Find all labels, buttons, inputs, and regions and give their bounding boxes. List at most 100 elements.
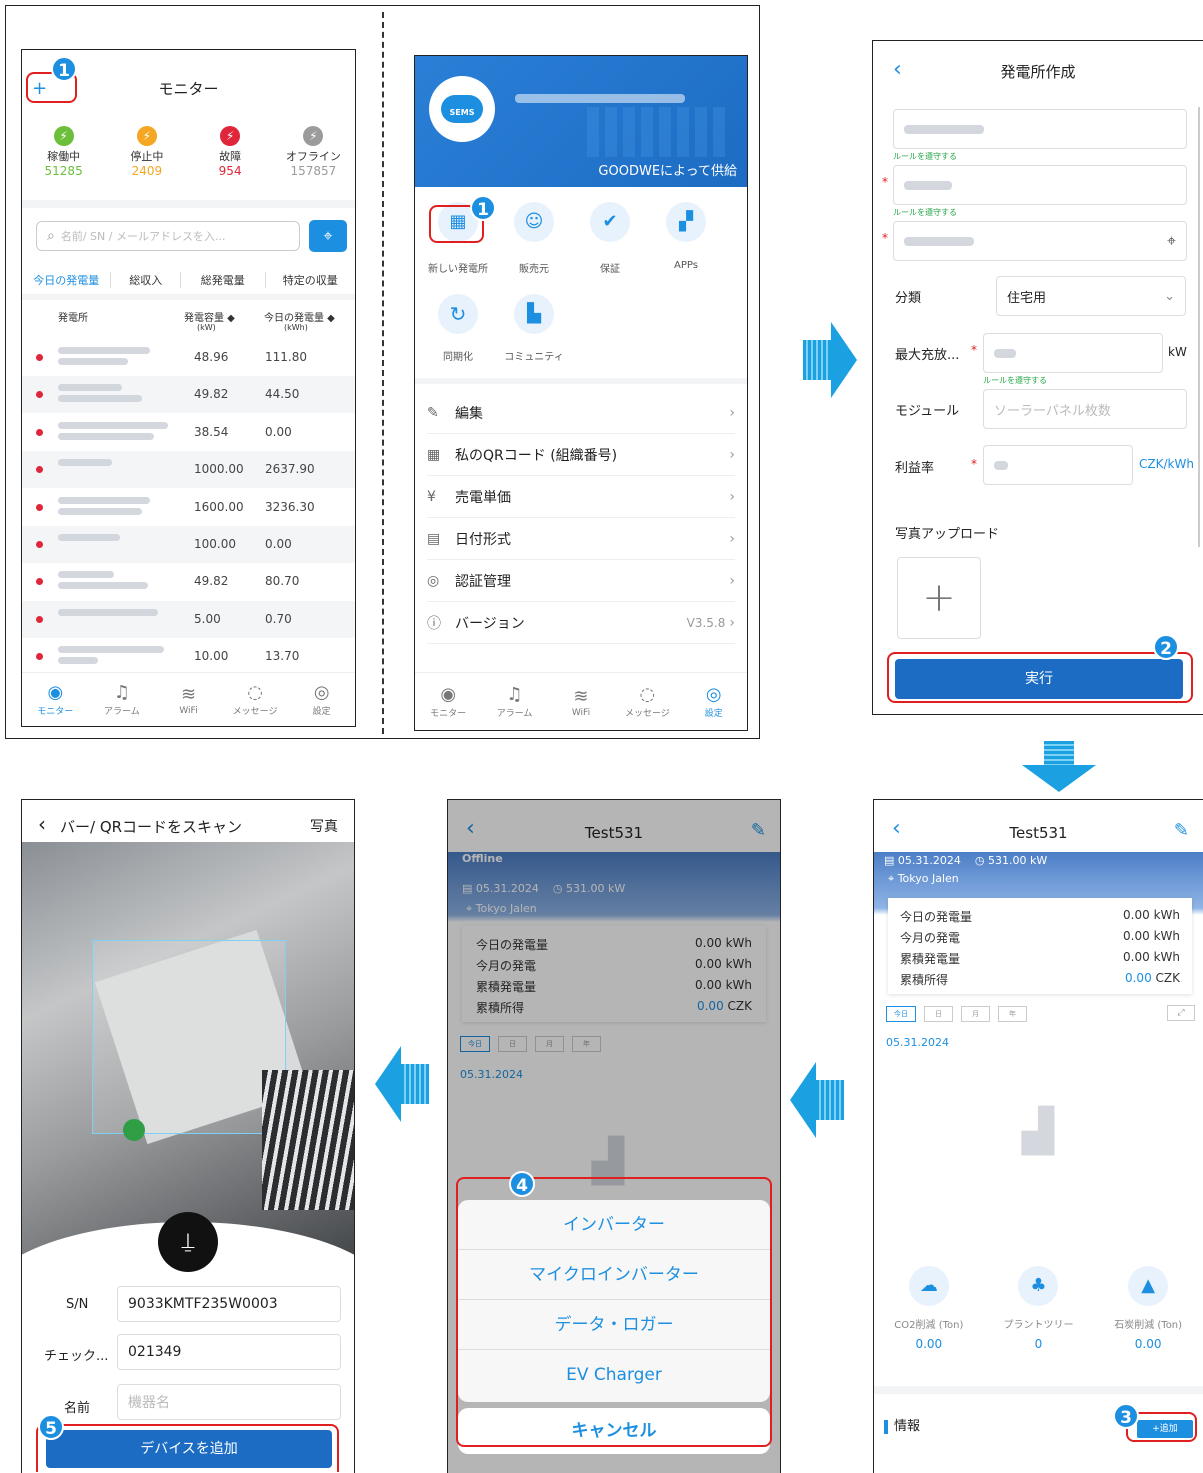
table-row[interactable]: 100.00 0.00 — [22, 526, 355, 563]
menu-auth[interactable]: ◎ 認証管理 › — [427, 560, 735, 602]
tab-message[interactable]: ◌ メッセージ — [617, 684, 677, 719]
dealer-button[interactable]: ☺ 販売元 — [501, 202, 567, 275]
module-count-field[interactable]: ソーラーパネル枚数 — [983, 389, 1187, 429]
tab-wifi[interactable]: ≋ WiFi — [158, 684, 218, 716]
device-name-field[interactable]: 機器名 — [117, 1384, 341, 1420]
menu-version[interactable]: ⓘ バージョン V3.5.8 › — [427, 602, 735, 644]
sort-tab-total[interactable]: 総発電量 — [181, 272, 266, 288]
tab-alarm[interactable]: ♫ アラーム — [485, 684, 545, 719]
location-pin-icon[interactable]: ⌖ — [1167, 231, 1176, 251]
tab-monitor[interactable]: ◉ モニター — [418, 684, 478, 719]
station-name — [58, 646, 183, 665]
tab-settings[interactable]: ◎ 設定 — [684, 684, 744, 719]
rule-hint: ルールを遵守する — [893, 152, 957, 161]
map-button[interactable]: ⌖ — [309, 220, 347, 252]
status-summary: ⚡ 稼働中 51285 ⚡ 停止中 2409 ⚡ 故障 954 ⚡ オフライン … — [22, 126, 355, 178]
table-row[interactable]: 49.82 44.50 — [22, 376, 355, 414]
tab-settings[interactable]: ◎ 設定 — [292, 682, 352, 717]
menu-qr-code[interactable]: ▦ 私のQRコード (組織番号) › — [427, 434, 735, 476]
station-name — [58, 534, 183, 545]
status-offline[interactable]: ⚡ オフライン 157857 — [278, 126, 348, 178]
status-fault[interactable]: ⚡ 故障 954 — [195, 126, 265, 178]
monitor-screen: + モニター ⚡ 稼働中 51285 ⚡ 停止中 2409 ⚡ 故障 954 ⚡… — [21, 49, 356, 727]
sort-tab-yield[interactable]: 特定の収量 — [266, 272, 355, 288]
tab-alarm[interactable]: ♫ アラーム — [92, 682, 152, 717]
settings-screen: SEMS GOODWEによって供給 ▦ 新しい発電所 ☺ 販売元 ✔ 保証 ▞ … — [414, 55, 748, 731]
bolt-icon: ⚡ — [136, 126, 157, 146]
station-detail-screen: ‹ Test531 ✎ ▤ 05.31.2024 ◷ 531.00 kW ⌖ To… — [873, 799, 1203, 1473]
address-field[interactable]: ⌖ — [893, 221, 1187, 261]
table-row[interactable]: 1000.00 2637.90 — [22, 451, 355, 489]
sync-button[interactable]: ↻ 同期化 — [425, 294, 491, 363]
photo-button[interactable]: 写真 — [310, 816, 338, 836]
table-row[interactable]: 5.00 0.70 — [22, 600, 355, 638]
tab-bar: ◉ モニター ♫ アラーム ≋ WiFi ◌ メッセージ ◎ 設定 — [415, 672, 747, 730]
sn-field[interactable]: 9033KMTF235W0003 — [117, 1286, 341, 1322]
divider — [22, 200, 355, 208]
sprout-icon: ♣ — [1018, 1266, 1059, 1306]
tree-stat: ♣ プラントツリー 0 — [988, 1266, 1088, 1351]
period-day[interactable]: 日 — [924, 1006, 953, 1022]
building-icon: ▙ — [514, 294, 554, 334]
env-benefits: ☁ CO2削減 (Ton) 0.00 ♣ プラントツリー 0 ▲ 石炭削減 (T… — [874, 1266, 1203, 1351]
expand-icon[interactable]: ⤢ — [1167, 1005, 1195, 1021]
tab-monitor[interactable]: ◉ モニター — [25, 682, 85, 717]
search-input[interactable]: ⌕ 名前/ SN / メールアドレスを入... — [36, 221, 300, 251]
menu-edit[interactable]: ✎ 編集 › — [427, 392, 735, 434]
capacity-value: 10.00 — [194, 649, 229, 664]
sort-tab-income[interactable]: 総収入 — [111, 272, 182, 288]
table-header: 発電所 発電容量 ◆ (kW) 今日の発電量 ◆ (kWh) — [22, 306, 355, 340]
apps-button[interactable]: ▞ APPs — [653, 202, 719, 271]
monitor-icon: ◉ — [440, 684, 457, 705]
scrollbar[interactable] — [1198, 107, 1200, 547]
chevron-right-icon: › — [729, 488, 735, 505]
wifi-icon: ≋ — [573, 685, 589, 707]
check-code-field[interactable]: 021349 — [117, 1334, 341, 1370]
status-running[interactable]: ⚡ 稼働中 51285 — [29, 126, 99, 178]
sync-icon: ↻ — [438, 294, 478, 334]
edit-icon: ✎ — [427, 404, 439, 421]
highlight-add-device-btn — [36, 1424, 339, 1472]
chart-date: 05.31.2024 — [886, 1036, 949, 1049]
max-power-field[interactable] — [983, 333, 1163, 373]
yield-rate-field[interactable] — [983, 445, 1133, 485]
table-row[interactable]: 10.00 13.70 — [22, 638, 355, 669]
station-name-field[interactable] — [893, 165, 1187, 205]
photo-upload-button[interactable]: + — [897, 557, 981, 639]
rule-hint: ルールを遵守する — [893, 208, 957, 217]
period-year[interactable]: 年 — [998, 1006, 1027, 1022]
step-badge-5: 5 — [38, 1414, 64, 1440]
fault-dot-icon — [36, 466, 43, 474]
warranty-button[interactable]: ✔ 保証 — [577, 202, 643, 275]
apps-grid-icon: ▞ — [666, 202, 706, 242]
today-value: 111.80 — [265, 350, 307, 364]
table-row[interactable]: 49.82 80.70 — [22, 563, 355, 601]
person-icon: ☺ — [514, 202, 554, 242]
sort-today[interactable]: 今日の発電量 ◆ — [264, 309, 335, 324]
menu-date-format[interactable]: ▤ 日付形式 › — [427, 518, 735, 560]
city-silhouette — [587, 107, 727, 157]
fault-dot-icon — [36, 391, 43, 399]
today-value: 44.50 — [265, 387, 300, 402]
menu-feed-in-price[interactable]: ¥ 売電単価 › — [427, 476, 735, 518]
station-name — [58, 421, 183, 440]
status-stopped[interactable]: ⚡ 停止中 2409 — [112, 126, 182, 178]
tab-message[interactable]: ◌ メッセージ — [225, 682, 285, 717]
sort-capacity[interactable]: 発電容量 ◆ — [184, 309, 235, 324]
email-field[interactable] — [893, 109, 1187, 149]
community-button[interactable]: ▙ コミュニティ — [501, 294, 567, 363]
edit-icon[interactable]: ✎ — [1174, 820, 1189, 841]
info-icon: ⓘ — [427, 615, 441, 632]
calendar-icon: ▤ — [427, 530, 441, 547]
period-today[interactable]: 今日 — [886, 1006, 916, 1022]
table-row[interactable]: 48.96 111.80 — [22, 339, 355, 376]
back-icon[interactable]: ‹ — [38, 812, 46, 836]
flashlight-button[interactable]: ⍊ — [158, 1212, 218, 1272]
period-month[interactable]: 月 — [961, 1006, 990, 1022]
table-row[interactable]: 1600.00 3236.30 — [22, 488, 355, 526]
category-select[interactable]: 住宅用 ⌄ — [996, 276, 1186, 316]
flashlight-icon: ⍊ — [181, 1229, 195, 1254]
sort-tab-today[interactable]: 今日の発電量 — [22, 272, 112, 288]
tab-wifi[interactable]: ≋ WiFi — [551, 686, 611, 718]
table-row[interactable]: 38.54 0.00 — [22, 413, 355, 451]
